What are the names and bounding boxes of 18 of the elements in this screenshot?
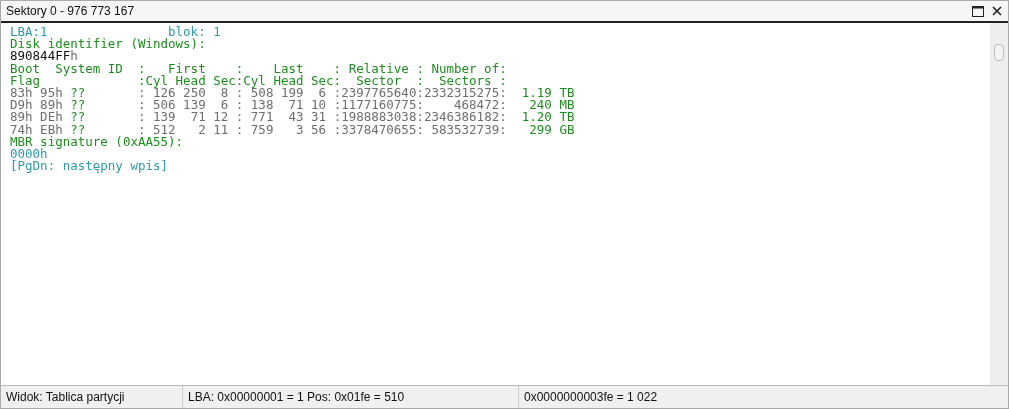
text-line: Boot System ID : First : Last : Relative : Number of: [10,62,508,75]
text-line: [PgDn: następny wpis] [10,160,170,173]
text-line: D9h 89h ?? : 506 139 6 : 138 71 10 :1177160775: 468472: 240 MB [10,99,576,112]
status-text: 0x0000000003fe = 1 022 [523,389,659,406]
text-line: MBR signature (0xAA55): [10,135,185,148]
status-text: Widok: Tablica partycji [1,386,183,408]
text-line: Disk identifier (Windows): [10,38,207,51]
text-line: 89h DEh ?? : 139 71 12 : 771 43 31 :1988883038:2346386182: 1.20 TB [10,111,576,124]
scrollbar[interactable] [990,23,1008,385]
text-line: 890844FFh [10,50,79,63]
scrollbar-thumb[interactable] [994,44,1004,61]
text-line: LBA:1 blok: 1 [10,26,222,39]
close-icon[interactable] [992,6,1002,16]
text-line: 0000h [10,147,48,161]
window-title: Sektory 0 - 976 773 167 [6,4,135,18]
status-text: LBA: 0x00000001 = 1 Pos: 0x01fe = 510 [183,386,519,408]
text-line: 74h EBh ?? : 512 2 11 : 759 3 56 :3378470655: 583532739: 299 GB [10,123,576,136]
maximize-icon[interactable] [972,5,984,17]
